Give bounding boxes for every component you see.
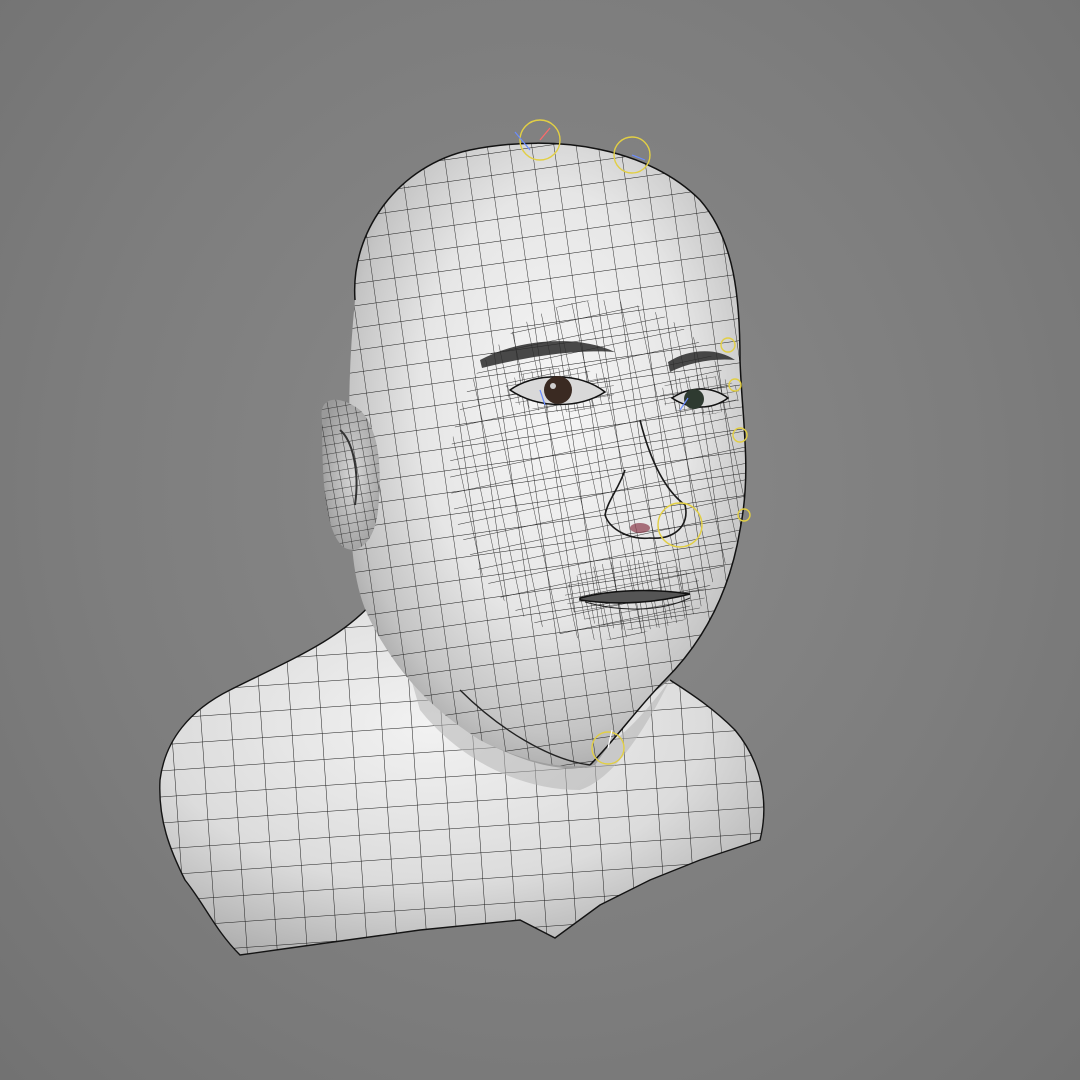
viewport-scene[interactable] [0, 0, 1080, 1080]
3d-viewport[interactable] [0, 0, 1080, 1080]
